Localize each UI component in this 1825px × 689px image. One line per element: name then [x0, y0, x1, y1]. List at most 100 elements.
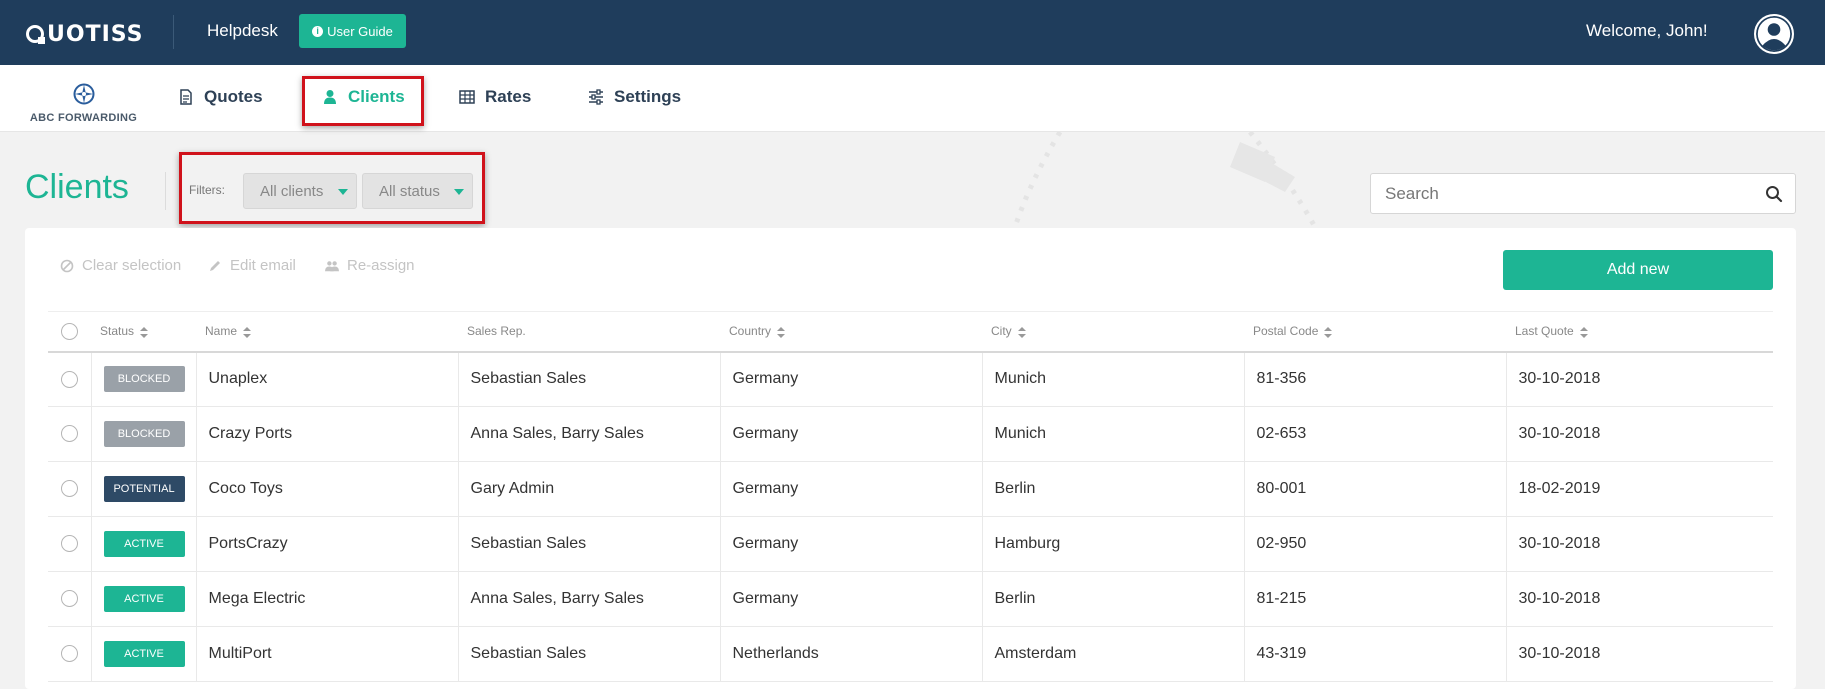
name-cell[interactable]: Crazy Ports — [196, 406, 459, 462]
divider — [173, 15, 174, 49]
top-bar: UOTISS Helpdesk i User Guide Welcome, Jo… — [0, 0, 1825, 65]
table-row[interactable]: BLOCKED Crazy Ports Anna Sales, Barry Sale… — [48, 406, 1773, 462]
table-row[interactable]: POTENTIAL Coco Toys Gary Admin Germany Berli… — [48, 461, 1773, 517]
nav-settings[interactable]: Settings — [588, 87, 681, 107]
status-cell: POTENTIAL — [91, 461, 197, 517]
users-icon — [325, 260, 339, 271]
postal-code-cell: 02-653 — [1244, 406, 1507, 462]
user-avatar-icon — [1756, 16, 1792, 52]
clients-table: Status Name Sales Rep. Country City Post… — [48, 311, 1773, 682]
row-select-radio[interactable] — [60, 425, 78, 443]
clients-highlight-box — [302, 76, 424, 126]
row-select-cell — [48, 516, 92, 572]
clear-selection-button[interactable]: Clear selection — [60, 257, 181, 274]
sort-icon — [140, 326, 149, 338]
status-cell: ACTIVE — [91, 626, 197, 682]
country-cell: Germany — [720, 461, 983, 517]
select-all-radio[interactable] — [61, 322, 78, 340]
col-country[interactable]: Country — [720, 311, 982, 353]
last-quote-cell: 30-10-2018 — [1506, 351, 1773, 407]
city-cell: Berlin — [982, 461, 1245, 517]
status-cell: BLOCKED — [91, 406, 197, 462]
table-header-row: Status Name Sales Rep. Country City Post… — [48, 311, 1773, 353]
status-cell: ACTIVE — [91, 516, 197, 572]
row-select-cell — [48, 406, 92, 462]
sales-rep-cell: Sebastian Sales — [458, 626, 721, 682]
last-quote-cell: 30-10-2018 — [1506, 406, 1773, 462]
select-all-cell — [48, 311, 91, 353]
edit-email-button[interactable]: Edit email — [208, 257, 296, 274]
row-select-radio[interactable] — [60, 535, 78, 553]
edit-email-label: Edit email — [230, 257, 296, 274]
row-select-radio[interactable] — [60, 370, 78, 388]
col-postal-code[interactable]: Postal Code — [1244, 311, 1506, 353]
sales-rep-cell: Gary Admin — [458, 461, 721, 517]
table-row[interactable]: ACTIVE MultiPort Sebastian Sales Netherland… — [48, 626, 1773, 682]
ban-icon — [60, 259, 74, 272]
col-last-quote[interactable]: Last Quote — [1506, 311, 1773, 353]
info-icon: i — [312, 25, 324, 37]
last-quote-cell: 18-02-2019 — [1506, 461, 1773, 517]
row-select-radio[interactable] — [60, 590, 78, 608]
name-cell[interactable]: Coco Toys — [196, 461, 459, 517]
status-badge: ACTIVE — [103, 586, 185, 612]
name-cell[interactable]: MultiPort — [196, 626, 459, 682]
search-box[interactable] — [1370, 173, 1796, 214]
sales-rep-cell: Anna Sales, Barry Sales — [458, 406, 721, 462]
add-new-button[interactable]: Add new — [1503, 250, 1773, 290]
sort-icon — [243, 326, 252, 338]
reassign-button[interactable]: Re-assign — [325, 257, 415, 274]
document-icon — [180, 89, 192, 105]
clear-selection-label: Clear selection — [82, 257, 182, 274]
table-row[interactable]: BLOCKED Unaplex Sebastian Sales Germany Muni… — [48, 351, 1773, 407]
background-decoration — [1012, 132, 1318, 227]
col-city[interactable]: City — [982, 311, 1244, 353]
row-select-cell — [48, 351, 92, 407]
company-logo[interactable]: ABC FORWARDING — [26, 83, 141, 124]
search-input[interactable] — [1371, 174, 1751, 213]
row-select-radio[interactable] — [60, 645, 78, 663]
table-row[interactable]: ACTIVE Mega Electric Anna Sales, Barry Sal… — [48, 571, 1773, 627]
name-cell[interactable]: Mega Electric — [196, 571, 459, 627]
sort-icon — [1017, 326, 1026, 338]
user-guide-button[interactable]: i User Guide — [299, 14, 406, 48]
row-select-cell — [48, 571, 92, 627]
city-cell: Amsterdam — [982, 626, 1245, 682]
status-badge: ACTIVE — [103, 531, 185, 557]
nav-rates[interactable]: Rates — [459, 87, 531, 107]
postal-code-cell: 81-215 — [1244, 571, 1507, 627]
page-title: Clients — [25, 168, 129, 206]
status-badge: BLOCKED — [103, 421, 185, 447]
sort-icon — [1579, 326, 1588, 338]
nav-rates-label: Rates — [485, 87, 532, 106]
sales-rep-cell: Sebastian Sales — [458, 516, 721, 572]
reassign-label: Re-assign — [347, 257, 415, 274]
nav-settings-label: Settings — [614, 87, 682, 106]
postal-code-cell: 02-950 — [1244, 516, 1507, 572]
postal-code-cell: 80-001 — [1244, 461, 1507, 517]
country-cell: Germany — [720, 571, 983, 627]
name-cell[interactable]: Unaplex — [196, 351, 459, 407]
table-row[interactable]: ACTIVE PortsCrazy Sebastian Sales Germany Ha… — [48, 516, 1773, 572]
helpdesk-link[interactable]: Helpdesk — [207, 21, 278, 41]
row-select-radio[interactable] — [60, 480, 78, 498]
filters-highlight-box — [179, 152, 485, 224]
name-cell[interactable]: PortsCrazy — [196, 516, 459, 572]
country-cell: Germany — [720, 351, 983, 407]
postal-code-cell: 43-319 — [1244, 626, 1507, 682]
col-name[interactable]: Name — [196, 311, 458, 353]
table-icon — [459, 90, 475, 104]
company-name: ABC FORWARDING — [29, 112, 138, 124]
nav-quotes[interactable]: Quotes — [178, 87, 263, 107]
avatar[interactable] — [1754, 14, 1794, 54]
search-icon[interactable] — [1765, 185, 1783, 203]
pencil-icon — [210, 260, 220, 271]
sales-rep-cell: Anna Sales, Barry Sales — [458, 571, 721, 627]
sliders-icon — [589, 89, 603, 105]
quotiss-logo[interactable]: UOTISS — [26, 22, 143, 47]
status-cell: ACTIVE — [91, 571, 197, 627]
col-status[interactable]: Status — [91, 311, 196, 353]
last-quote-cell: 30-10-2018 — [1506, 626, 1773, 682]
status-cell: BLOCKED — [91, 351, 197, 407]
country-cell: Netherlands — [720, 626, 983, 682]
